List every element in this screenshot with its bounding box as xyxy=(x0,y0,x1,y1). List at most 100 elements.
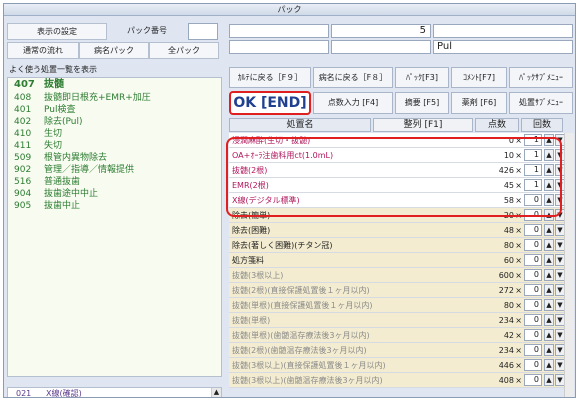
times-symbol: × xyxy=(515,376,522,385)
favorite-code: 509 xyxy=(14,153,32,163)
summary-button[interactable]: 摘要 [F5] xyxy=(395,92,449,114)
procedure-row[interactable]: 抜髄(単根)(直接保護処置後１ヶ月以内) 80 × 0 ▲ ▼ xyxy=(229,298,574,313)
count-input[interactable]: 1 xyxy=(524,134,542,146)
count-input[interactable]: 1 xyxy=(524,164,542,176)
procedure-row[interactable]: 抜髄(3根以上) 600 × 0 ▲ ▼ xyxy=(229,268,574,283)
favorite-item[interactable]: 408 抜髄即日根充+EMR+加圧 xyxy=(8,92,221,104)
all-pack-button[interactable]: 全パック xyxy=(149,42,219,59)
procedure-row[interactable]: 抜髄(単根)(歯髄温存療法後3ヶ月以内) 42 × 0 ▲ ▼ xyxy=(229,328,574,343)
count-up-button[interactable]: ▲ xyxy=(544,224,554,236)
count-up-button[interactable]: ▲ xyxy=(544,194,554,206)
favorite-item[interactable]: 402 除去(Pul) xyxy=(8,116,221,128)
count-up-button[interactable]: ▲ xyxy=(544,254,554,266)
points-input-button[interactable]: 点数入力 [F4] xyxy=(313,92,393,114)
display-settings-button[interactable]: 表示の設定 xyxy=(7,23,107,40)
procedure-row[interactable]: 抜髄(3根以上)(直接保護処置後１ヶ月以内) 446 × 0 ▲ ▼ xyxy=(229,358,574,373)
procedure-row[interactable]: 抜髄(単根) 234 × 0 ▲ ▼ xyxy=(229,313,574,328)
disease-pack-button[interactable]: 病名パック xyxy=(79,42,149,59)
count-input[interactable]: 0 xyxy=(524,284,542,296)
favorite-item[interactable]: 411 失切 xyxy=(8,140,221,152)
count-input[interactable]: 0 xyxy=(524,359,542,371)
procedure-row[interactable]: 除去(困難) 48 × 0 ▲ ▼ xyxy=(229,223,574,238)
count-up-button[interactable]: ▲ xyxy=(544,299,554,311)
procedure-table: 浸潤麻酔(生切・抜髄) 0 × 1 ▲ ▼ OA+ｵｰﾗ注歯科用ct(1.0mL) 10 × 1 ▲… xyxy=(229,133,574,388)
favorite-item[interactable]: 516 普通抜歯 xyxy=(8,176,221,188)
count-up-button[interactable]: ▲ xyxy=(544,149,554,161)
count-up-button[interactable]: ▲ xyxy=(544,179,554,191)
procedure-points: 234 xyxy=(498,346,514,355)
count-up-button[interactable]: ▲ xyxy=(544,344,554,356)
count-input[interactable]: 0 xyxy=(524,329,542,341)
procedure-name: 浸潤麻酔(生切・抜髄) xyxy=(232,136,311,145)
header-count: 回数 xyxy=(521,118,563,132)
favorite-item[interactable]: 509 根管内異物除去 xyxy=(8,152,221,164)
count-input[interactable]: 0 xyxy=(524,194,542,206)
procedure-row[interactable]: 抜髄(3根以上)(歯髄温存療法後3ヶ月以内) 408 × 0 ▲ ▼ xyxy=(229,373,574,388)
sort-button[interactable]: 整列 [F1] xyxy=(373,118,473,132)
field-d[interactable] xyxy=(331,40,431,54)
count-up-button[interactable]: ▲ xyxy=(544,239,554,251)
procedure-row[interactable]: 浸潤麻酔(生切・抜髄) 0 × 1 ▲ ▼ xyxy=(229,133,574,148)
comment-button[interactable]: ｺﾒﾝﾄ[F7] xyxy=(451,67,507,88)
pack-name-field[interactable]: Pul xyxy=(433,40,573,54)
pack-window: パック 表示の設定 パック番号 通常の流れ 病名パック 全パック よく使う処置一… xyxy=(3,3,576,398)
procedure-row[interactable]: 抜髄(2根)(直接保護処置後１ヶ月以内) 272 × 0 ▲ ▼ xyxy=(229,283,574,298)
count-field[interactable]: 5 xyxy=(331,24,431,38)
count-up-button[interactable]: ▲ xyxy=(544,329,554,341)
normal-flow-button[interactable]: 通常の流れ xyxy=(7,42,79,59)
procedure-row[interactable]: OA+ｵｰﾗ注歯科用ct(1.0mL) 10 × 1 ▲ ▼ xyxy=(229,148,574,163)
count-input[interactable]: 0 xyxy=(524,254,542,266)
favorite-item[interactable]: 401 Pul検査 xyxy=(8,104,221,116)
procedure-row[interactable]: 除去(著しく困難)(チタン冠) 80 × 0 ▲ ▼ xyxy=(229,238,574,253)
count-up-button[interactable]: ▲ xyxy=(544,284,554,296)
procedure-row[interactable]: EMR(2根) 45 × 1 ▲ ▼ xyxy=(229,178,574,193)
count-input[interactable]: 0 xyxy=(524,269,542,281)
procedure-row[interactable]: 抜髄(2根)(歯髄温存療法後3ヶ月以内) 234 × 0 ▲ ▼ xyxy=(229,343,574,358)
procedure-row[interactable]: 除去(簡単) 20 × 0 ▲ ▼ xyxy=(229,208,574,223)
favorite-item[interactable]: 905 抜歯中止 xyxy=(8,200,221,212)
favorite-item[interactable]: 904 抜歯途中中止 xyxy=(8,188,221,200)
count-input[interactable]: 0 xyxy=(524,224,542,236)
favorites-list: 407 抜髄 408 抜髄即日根充+EMR+加圧 401 Pul検査 402 除去(Pul) 4… xyxy=(7,77,222,377)
procedure-row[interactable]: 抜髄(2根) 426 × 1 ▲ ▼ xyxy=(229,163,574,178)
procedure-submenu-button[interactable]: 処置ｻﾌﾞﾒﾆｭｰ xyxy=(509,92,573,114)
field-a[interactable] xyxy=(229,24,329,38)
back-to-disease-button[interactable]: 病名に戻る［F８］ xyxy=(313,67,393,88)
count-up-button[interactable]: ▲ xyxy=(544,209,554,221)
count-input[interactable]: 1 xyxy=(524,179,542,191)
drug-button[interactable]: 薬剤 [F6] xyxy=(451,92,507,114)
count-input[interactable]: 0 xyxy=(524,209,542,221)
pack-submenu-button[interactable]: ﾊﾟｯｸｻﾌﾞﾒﾆｭｰ xyxy=(509,67,573,88)
count-input[interactable]: 1 xyxy=(524,149,542,161)
ok-end-button[interactable]: OK [END] xyxy=(229,91,311,115)
count-input[interactable]: 0 xyxy=(524,314,542,326)
favorite-name: 根管内異物除去 xyxy=(44,153,108,163)
field-c[interactable] xyxy=(229,40,329,54)
count-input[interactable]: 0 xyxy=(524,374,542,386)
scrollbar[interactable]: ▲ xyxy=(211,388,221,397)
back-to-chart-button[interactable]: ｶﾙﾃに戻る［F９］ xyxy=(229,67,311,88)
favorite-item[interactable]: 902 管理／指導／情報提供 xyxy=(8,164,221,176)
count-up-button[interactable]: ▲ xyxy=(544,269,554,281)
procedure-points: 45 xyxy=(503,181,514,190)
count-up-button[interactable]: ▲ xyxy=(544,374,554,386)
favorite-item[interactable]: 410 生切 xyxy=(8,128,221,140)
favorite-item[interactable]: 407 抜髄 xyxy=(8,78,221,92)
favorite-code: 905 xyxy=(14,201,32,211)
count-input[interactable]: 0 xyxy=(524,239,542,251)
procedure-row[interactable]: 処方箋料 60 × 0 ▲ ▼ xyxy=(229,253,574,268)
count-input[interactable]: 0 xyxy=(524,344,542,356)
favorite-name: 生切 xyxy=(44,129,63,139)
field-b[interactable] xyxy=(433,24,573,38)
bottom-list-item[interactable]: 021 X線(確認) xyxy=(8,388,221,397)
pack-button[interactable]: ﾊﾟｯｸ[F3] xyxy=(395,67,449,88)
procedure-row[interactable]: X線(デジタル標準) 58 × 0 ▲ ▼ xyxy=(229,193,574,208)
table-scrollbar[interactable] xyxy=(564,133,574,397)
procedure-name: EMR(2根) xyxy=(232,181,269,190)
pack-number-input[interactable] xyxy=(188,23,218,40)
count-input[interactable]: 0 xyxy=(524,299,542,311)
count-up-button[interactable]: ▲ xyxy=(544,134,554,146)
count-up-button[interactable]: ▲ xyxy=(544,314,554,326)
count-up-button[interactable]: ▲ xyxy=(544,359,554,371)
count-up-button[interactable]: ▲ xyxy=(544,164,554,176)
